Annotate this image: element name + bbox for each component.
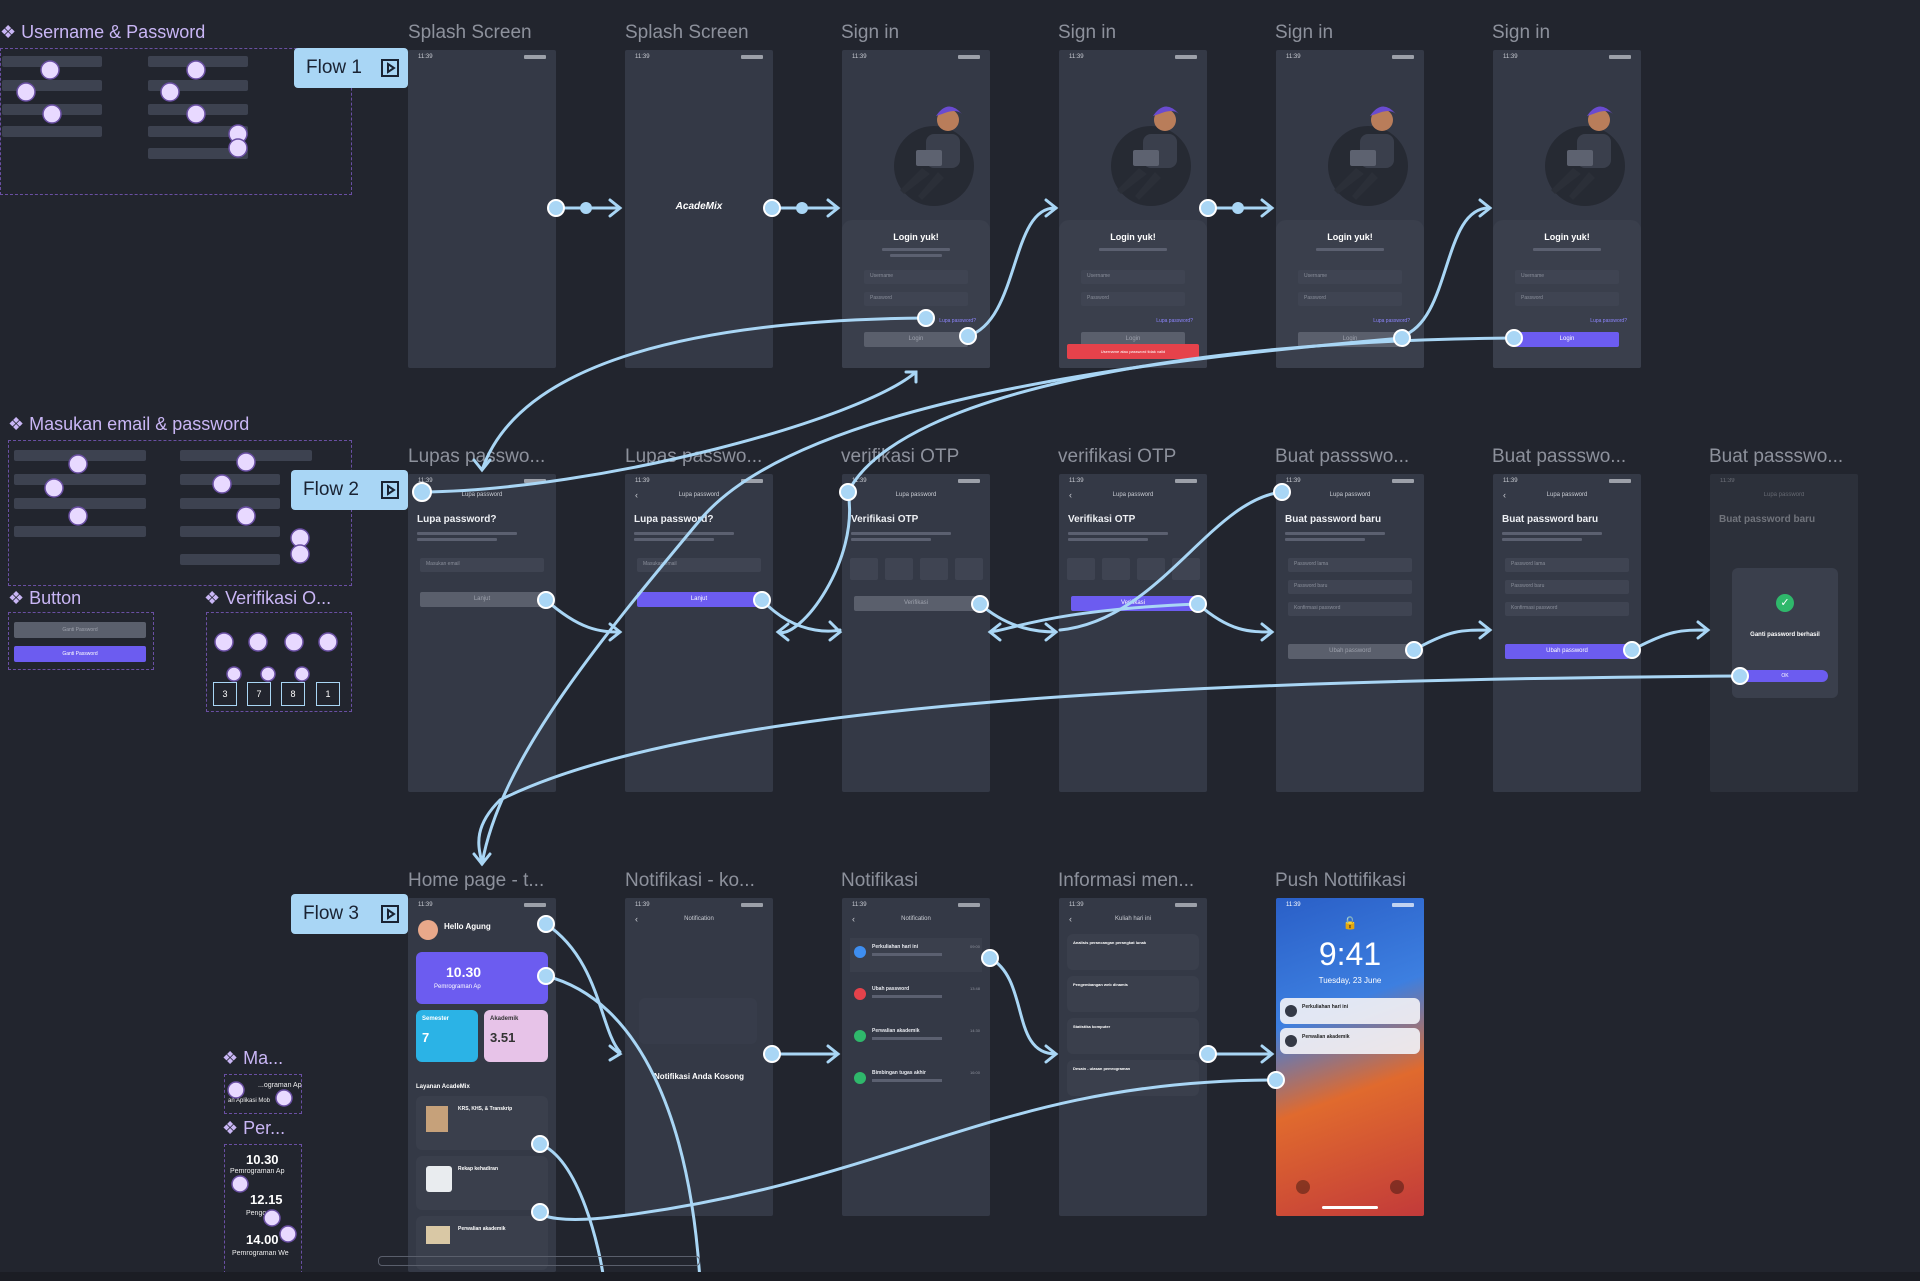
bottom-bar [0, 1272, 1920, 1281]
prototype-connections [16, 60, 1749, 1281]
flow-3-badge[interactable]: Flow 3 [291, 894, 408, 934]
flow-label: Flow 1 [306, 57, 362, 78]
horizontal-scrollbar[interactable] [378, 1256, 700, 1266]
flow-label: Flow 2 [303, 479, 359, 500]
flow-1-badge[interactable]: Flow 1 [294, 48, 408, 88]
flow-2-badge[interactable]: Flow 2 [291, 470, 408, 510]
flow-label: Flow 3 [303, 903, 359, 924]
play-icon[interactable] [380, 904, 400, 924]
play-icon[interactable] [380, 480, 400, 500]
design-canvas[interactable]: Splash Screen Splash Screen Sign in Sign… [0, 0, 1920, 1281]
play-icon[interactable] [380, 58, 400, 78]
